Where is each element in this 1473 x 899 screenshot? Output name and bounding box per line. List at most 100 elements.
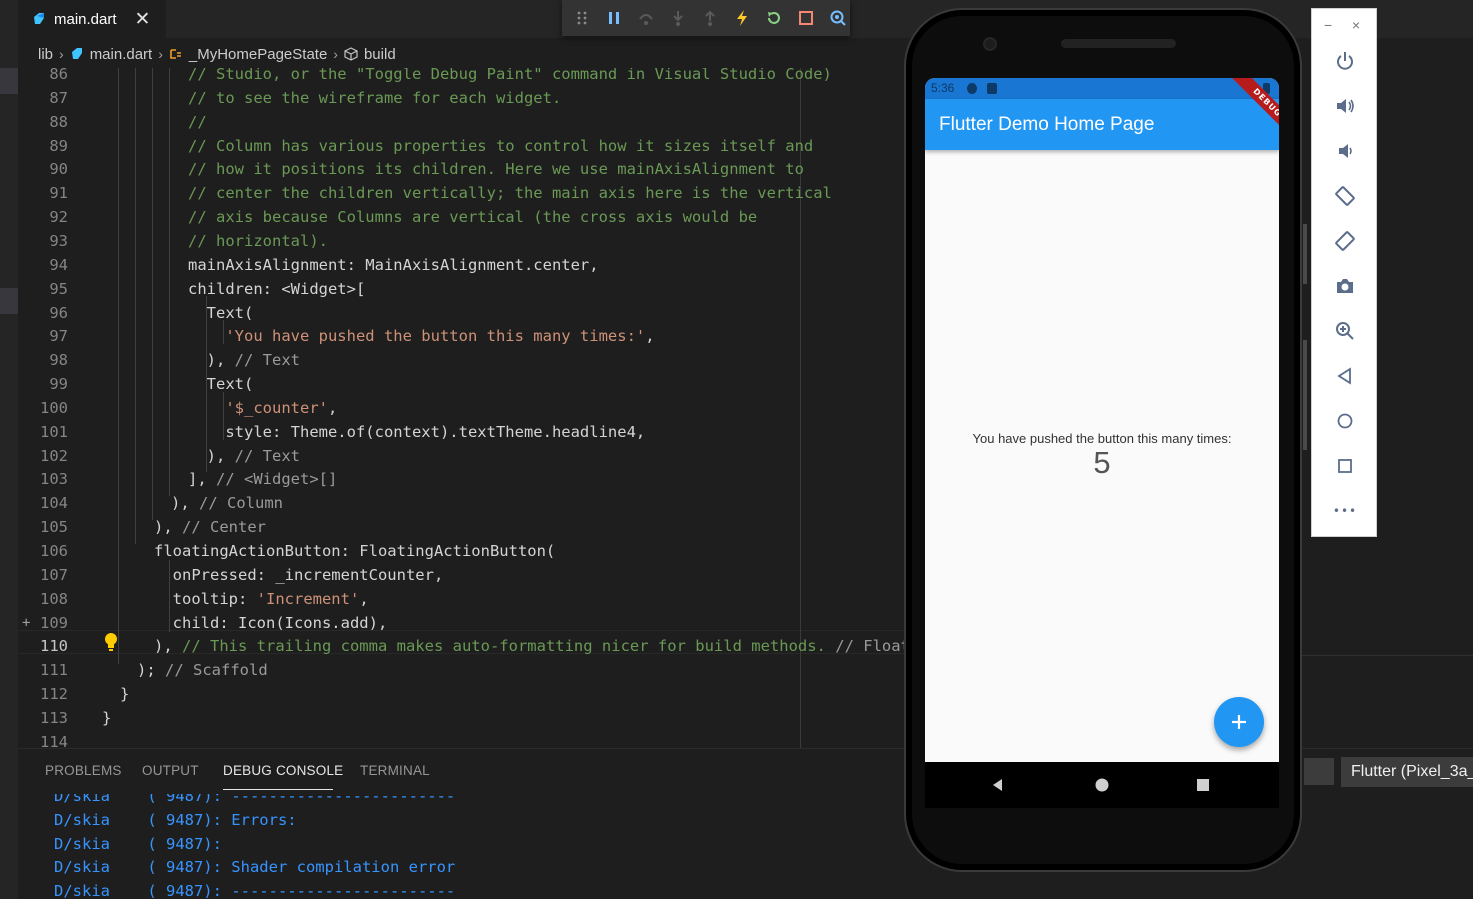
zoom-icon[interactable] — [1333, 319, 1357, 343]
code-line[interactable]: 114 — [18, 730, 904, 748]
code-line[interactable]: 91 // center the children vertically; the… — [18, 181, 904, 205]
code-line[interactable]: 92 // axis because Columns are vertical (… — [18, 205, 904, 229]
app-bar: Flutter Demo Home Page — [925, 99, 1279, 150]
power-icon[interactable] — [1333, 49, 1357, 73]
home-icon[interactable] — [1333, 409, 1357, 433]
code-line[interactable]: 94 mainAxisAlignment: MainAxisAlignment.c… — [18, 253, 904, 277]
hot-reload-icon[interactable] — [729, 5, 754, 31]
code-line[interactable]: 93 // horizontal). — [18, 229, 904, 253]
code-line[interactable]: 96 Text( — [18, 301, 904, 325]
line-number: 96 — [49, 303, 68, 322]
code-line[interactable]: 110), // This trailing comma makes auto-… — [18, 634, 904, 658]
code-line[interactable]: +109 child: Icon(Icons.add), — [18, 611, 904, 635]
code-line[interactable]: 98 ), // Text — [18, 348, 904, 372]
code-line[interactable]: 105), // Center — [18, 515, 904, 539]
tab-debug-console[interactable]: DEBUG CONSOLE — [223, 763, 343, 778]
back-icon[interactable] — [988, 775, 1008, 795]
volume-down-icon[interactable] — [1333, 139, 1357, 163]
line-number: 88 — [49, 112, 68, 131]
code-line[interactable]: 112} — [18, 682, 904, 706]
editor-tab-main-dart[interactable]: main.dart ✕ — [18, 0, 166, 38]
code-line[interactable]: 99 Text( — [18, 372, 904, 396]
code-token: Text( — [188, 375, 254, 394]
code-token: // center the children vertically; the m… — [188, 184, 832, 203]
code-line[interactable]: 101 style: Theme.of(context).textTheme.h… — [18, 420, 904, 444]
more-icon[interactable]: ••• — [1333, 499, 1357, 523]
scrollbar-thumb[interactable] — [1303, 224, 1307, 284]
device-screen[interactable]: 5:36 Flutter Demo Home Page DEBUG You ha… — [925, 78, 1279, 762]
close-tab-icon[interactable]: ✕ — [135, 8, 151, 31]
breadcrumb-class[interactable]: _MyHomePageState — [189, 46, 327, 63]
line-number: 100 — [40, 398, 68, 417]
code-token: , — [645, 327, 655, 346]
code-line[interactable]: 102 ), // Text — [18, 444, 904, 468]
counter-value: 5 — [1093, 445, 1111, 480]
step-into-icon[interactable] — [666, 5, 691, 31]
close-icon[interactable]: × — [1352, 17, 1360, 33]
line-number: 99 — [49, 375, 68, 394]
console-filter-box[interactable] — [1304, 758, 1334, 785]
code-token: 'You have pushed the button this many ti… — [225, 327, 646, 346]
console-line: D/skia ( 9487): Errors: — [54, 811, 297, 829]
code-text: } — [102, 706, 111, 730]
breadcrumb-file[interactable]: main.dart — [90, 46, 153, 63]
code-line[interactable]: 106 floatingActionButton: FloatingActionB… — [18, 539, 904, 563]
home-icon[interactable] — [1092, 775, 1112, 795]
line-number: 113 — [40, 708, 68, 727]
minimize-icon[interactable]: − — [1324, 17, 1332, 33]
code-token: ); — [137, 661, 165, 680]
stop-icon[interactable] — [793, 5, 818, 31]
code-line[interactable]: 108 tooltip: 'Increment', — [18, 587, 904, 611]
scrollbar-thumb[interactable] — [1303, 340, 1307, 450]
rotate-left-icon[interactable] — [1333, 184, 1357, 208]
code-line[interactable]: 111); // Scaffold — [18, 658, 904, 682]
rotate-right-icon[interactable] — [1333, 229, 1357, 253]
code-text: // — [188, 110, 207, 134]
code-text: child: Icon(Icons.add), — [154, 611, 388, 635]
code-text: ), // Text — [188, 444, 300, 468]
restart-icon[interactable] — [761, 5, 786, 31]
pause-icon[interactable] — [602, 5, 627, 31]
breadcrumb-method[interactable]: build — [364, 46, 396, 63]
code-token: 'Increment' — [256, 589, 360, 608]
tab-problems[interactable]: PROBLEMS — [45, 763, 122, 778]
drag-handle-icon[interactable] — [570, 5, 595, 31]
class-icon — [170, 49, 181, 59]
console-line: D/skia ( 9487): — [54, 835, 222, 853]
code-editor[interactable]: 86 // Studio, or the "Toggle Debug Paint"… — [18, 68, 904, 748]
code-text: onPressed: _incrementCounter, — [154, 563, 444, 587]
back-icon[interactable] — [1333, 364, 1357, 388]
code-text: ), // This trailing comma makes auto-for… — [154, 634, 904, 658]
code-line[interactable]: 97 'You have pushed the button this many… — [18, 324, 904, 348]
recents-icon[interactable] — [1193, 775, 1213, 795]
code-line[interactable]: 88 // — [18, 110, 904, 134]
overview-icon[interactable] — [1333, 454, 1357, 478]
code-line[interactable]: 87 // to see the wireframe for each widge… — [18, 86, 904, 110]
increment-fab[interactable] — [1214, 697, 1264, 747]
code-line[interactable]: 107 onPressed: _incrementCounter, — [18, 563, 904, 587]
tab-output[interactable]: OUTPUT — [142, 763, 199, 778]
camera-icon[interactable] — [1333, 274, 1357, 298]
step-out-icon[interactable] — [698, 5, 723, 31]
code-line[interactable]: 103], // <Widget>[] — [18, 467, 904, 491]
code-line[interactable]: 89 // Column has various properties to co… — [18, 134, 904, 158]
code-token: '$_counter' — [225, 398, 328, 417]
code-line[interactable]: 86 // Studio, or the "Toggle Debug Paint"… — [18, 68, 904, 86]
code-line[interactable]: 95 children: <Widget>[ — [18, 277, 904, 301]
lightbulb-icon[interactable] — [104, 632, 118, 652]
breadcrumb-folder[interactable]: lib — [38, 46, 53, 63]
inspect-icon[interactable] — [825, 5, 850, 31]
step-over-icon[interactable] — [634, 5, 659, 31]
device-selector[interactable]: Flutter (Pixel_3a_ — [1341, 757, 1473, 787]
code-line[interactable]: 90 // how it positions its children. Here… — [18, 157, 904, 181]
tab-terminal[interactable]: TERMINAL — [360, 763, 430, 778]
code-token: // Scaffold — [165, 661, 268, 680]
code-line[interactable]: 100 '$_counter', — [18, 396, 904, 420]
code-line[interactable]: 113} — [18, 706, 904, 730]
code-line[interactable]: 104), // Column — [18, 491, 904, 515]
volume-up-icon[interactable] — [1333, 94, 1357, 118]
debug-toolbar — [562, 0, 850, 36]
code-text: ), // Text — [188, 348, 300, 372]
code-token: // Text — [234, 351, 300, 370]
